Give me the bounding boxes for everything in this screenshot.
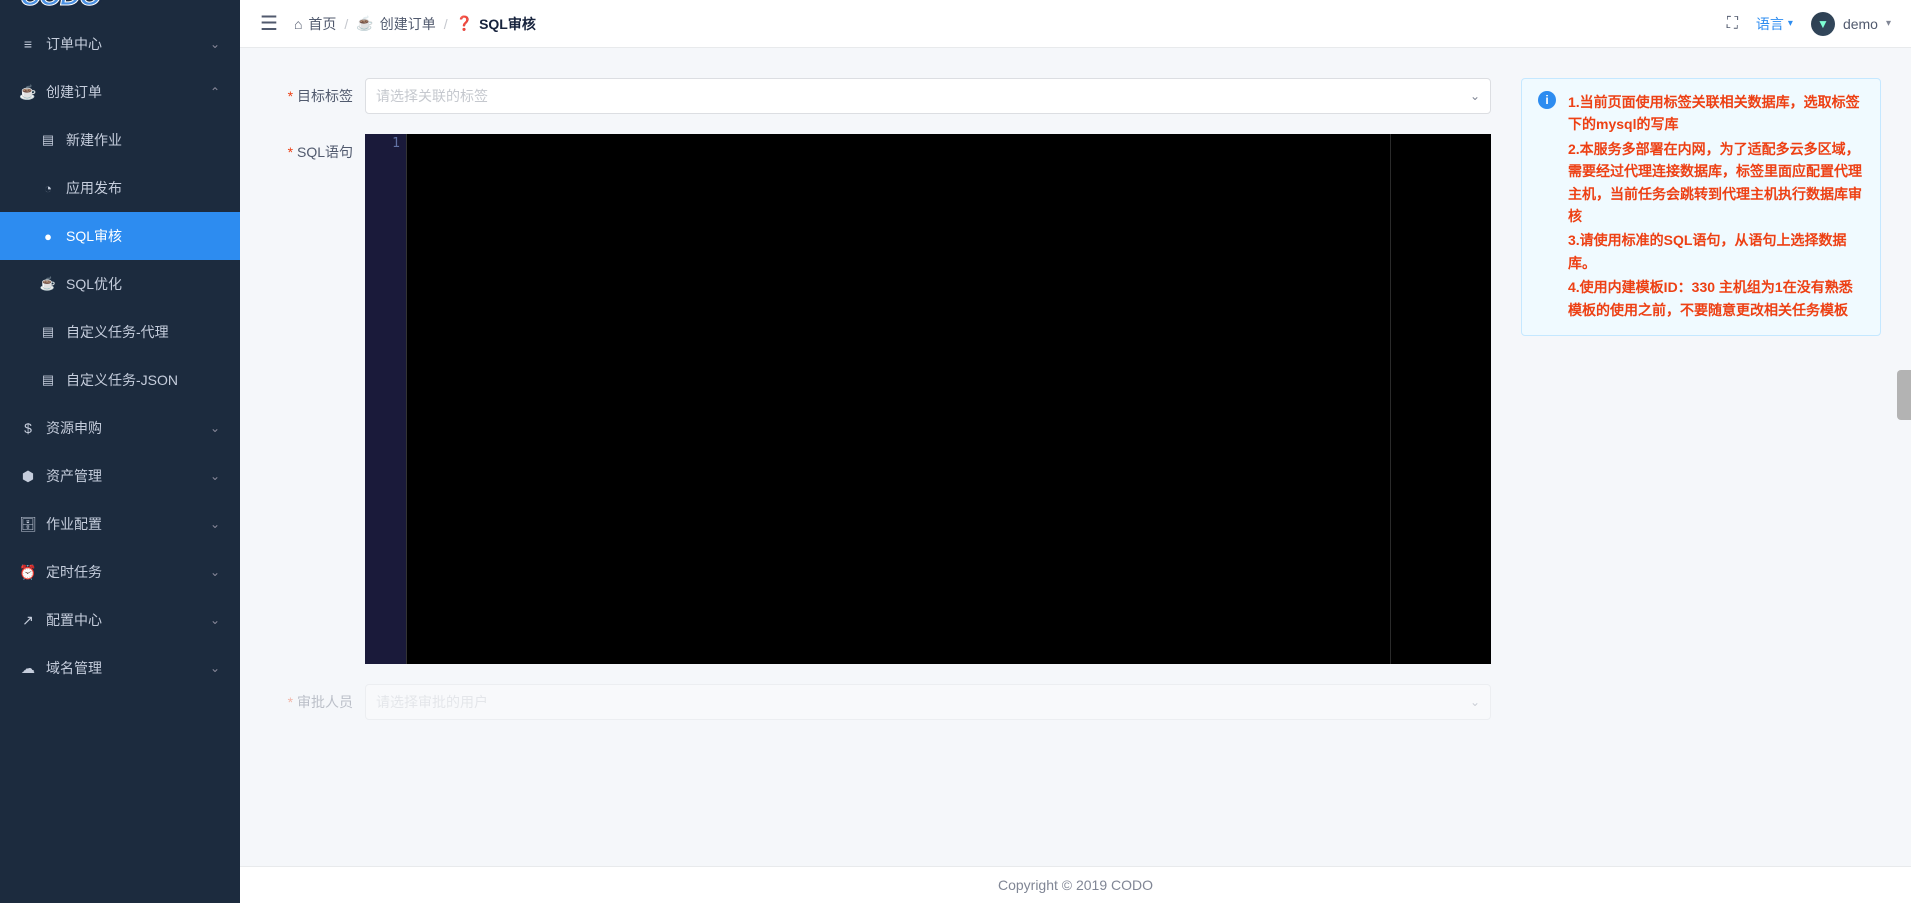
- header: ☰ ⌂ 首页 / ☕ 创建订单 / ❓ SQL审核: [240, 0, 1911, 48]
- editor-ruler: [1390, 134, 1391, 664]
- sidebar-item-custom-agent[interactable]: ▤ 自定义任务-代理: [0, 308, 240, 356]
- sidebar-item-label: 创建订单: [46, 82, 102, 102]
- cloud-icon: ☁: [20, 660, 36, 677]
- home-icon: ⌂: [294, 16, 302, 32]
- alert-line: 3.请使用标准的SQL语句，从语句上选择数据库。: [1568, 229, 1864, 274]
- sidebar-item-label: 配置中心: [46, 610, 102, 630]
- sidebar-item-config-center[interactable]: ↗ 配置中心 ⌄: [0, 596, 240, 644]
- target-tag-label: 目标标签: [270, 78, 365, 106]
- chevron-down-icon: ⌄: [210, 469, 220, 483]
- sidebar-item-label: 自定义任务-代理: [66, 322, 169, 342]
- avatar: ▼: [1811, 12, 1835, 36]
- alert-line: 4.使用内建模板ID：330 主机组为1在没有熟悉模板的使用之前，不要随意更改相…: [1568, 276, 1864, 321]
- sidebar-item-label: 订单中心: [46, 34, 102, 54]
- breadcrumb-home[interactable]: ⌂ 首页: [294, 14, 336, 34]
- cup-icon: ☕: [20, 84, 36, 101]
- chevron-down-icon: ⌄: [210, 613, 220, 627]
- breadcrumb-label: 创建订单: [380, 14, 436, 34]
- select-placeholder: 请选择审批的用户: [376, 692, 488, 712]
- sidebar-item-orders[interactable]: ≡ 订单中心 ⌄: [0, 20, 240, 68]
- editor-body[interactable]: [407, 134, 1491, 664]
- breadcrumb: ⌂ 首页 / ☕ 创建订单 / ❓ SQL审核: [294, 14, 536, 34]
- sidebar-item-app-publish[interactable]: ◔ 应用发布: [0, 164, 240, 212]
- info-icon: i: [1538, 91, 1556, 109]
- info-alert: i 1.当前页面使用标签关联相关数据库，选取标签下的mysql的写库 2.本服务…: [1521, 78, 1881, 336]
- breadcrumb-create-order[interactable]: ☕ 创建订单: [356, 14, 435, 34]
- chevron-down-icon: ⌄: [210, 565, 220, 579]
- sidebar-item-label: 定时任务: [46, 562, 102, 582]
- cup-icon: ☕: [356, 15, 373, 32]
- sidebar-item-label: 域名管理: [46, 658, 102, 678]
- deploy-icon: ◔: [40, 181, 56, 196]
- user-menu[interactable]: ▼ demo ▾: [1811, 12, 1891, 36]
- sidebar-item-label: 资源申购: [46, 418, 102, 438]
- sql-label: SQL语句: [270, 134, 365, 162]
- sidebar: CODO ≡订单中心 ⌄ ☕创建订单 ⌃ ▤新建作业 ◔应用发布 ●SQL审核 …: [0, 0, 240, 903]
- drawer-handle[interactable]: [1897, 370, 1911, 420]
- sidebar-item-sql-optimize[interactable]: ☕ SQL优化: [0, 260, 240, 308]
- username: demo: [1843, 16, 1878, 32]
- menu-toggle-icon[interactable]: ☰: [260, 11, 278, 36]
- footer: Copyright © 2019 CODO: [240, 866, 1911, 903]
- arrow-icon: ↗: [20, 612, 36, 629]
- dot-icon: ●: [40, 229, 56, 244]
- chevron-up-icon: ⌃: [210, 85, 220, 99]
- sidebar-item-create-order[interactable]: ☕ 创建订单 ⌃: [0, 68, 240, 116]
- chevron-down-icon: ⌄: [1470, 89, 1480, 103]
- sidebar-item-domain[interactable]: ☁ 域名管理 ⌄: [0, 644, 240, 692]
- fullscreen-icon[interactable]: ⛶: [1727, 15, 1738, 33]
- cup-icon: ☕: [40, 276, 56, 292]
- chevron-down-icon: ⌄: [210, 661, 220, 675]
- clipboard-icon: ▤: [40, 324, 56, 340]
- language-label: 语言: [1756, 14, 1784, 34]
- select-placeholder: 请选择关联的标签: [376, 86, 488, 106]
- sidebar-item-job-config[interactable]: 🗄 作业配置 ⌄: [0, 500, 240, 548]
- dollar-icon: $: [20, 420, 36, 436]
- sidebar-item-new-job[interactable]: ▤ 新建作业: [0, 116, 240, 164]
- sidebar-item-sql-audit[interactable]: ● SQL审核: [0, 212, 240, 260]
- chevron-down-icon: ⌄: [210, 517, 220, 531]
- list-icon: ≡: [20, 36, 36, 52]
- chevron-down-icon: ▾: [1788, 18, 1793, 29]
- question-icon: ❓: [456, 15, 473, 32]
- chevron-down-icon: ⌄: [1470, 695, 1480, 709]
- sidebar-item-resource[interactable]: $ 资源申购 ⌄: [0, 404, 240, 452]
- approver-select[interactable]: 请选择审批的用户 ⌄: [365, 684, 1491, 720]
- breadcrumb-label: SQL审核: [479, 14, 536, 34]
- sidebar-item-assets[interactable]: ⬢ 资产管理 ⌄: [0, 452, 240, 500]
- drawer-icon: 🗄: [20, 516, 36, 533]
- clock-icon: ⏰: [20, 564, 36, 581]
- chevron-down-icon: ▾: [1886, 18, 1891, 29]
- sidebar-item-label: SQL审核: [66, 226, 122, 246]
- sidebar-item-label: 资产管理: [46, 466, 102, 486]
- clipboard-icon: ▤: [40, 132, 56, 148]
- alert-line: 2.本服务多部署在内网，为了适配多云多区域，需要经过代理连接数据库，标签里面应配…: [1568, 138, 1864, 228]
- breadcrumb-label: 首页: [308, 14, 336, 34]
- chevron-down-icon: ⌄: [210, 37, 220, 51]
- chevron-down-icon: ⌄: [210, 421, 220, 435]
- approver-label: 审批人员: [270, 684, 365, 712]
- target-tag-select[interactable]: 请选择关联的标签 ⌄: [365, 78, 1491, 114]
- sidebar-item-custom-json[interactable]: ▤ 自定义任务-JSON: [0, 356, 240, 404]
- alert-line: 1.当前页面使用标签关联相关数据库，选取标签下的mysql的写库: [1568, 91, 1864, 136]
- sidebar-item-label: 应用发布: [66, 178, 122, 198]
- sidebar-item-label: 新建作业: [66, 130, 122, 150]
- line-number: 1: [365, 136, 400, 151]
- language-dropdown[interactable]: 语言 ▾: [1756, 14, 1793, 34]
- clipboard-icon: ▤: [40, 372, 56, 388]
- sidebar-item-cron[interactable]: ⏰ 定时任务 ⌄: [0, 548, 240, 596]
- sidebar-item-label: 自定义任务-JSON: [66, 370, 178, 390]
- breadcrumb-current: ❓ SQL审核: [456, 14, 536, 34]
- sidebar-item-label: SQL优化: [66, 274, 122, 294]
- sidebar-item-label: 作业配置: [46, 514, 102, 534]
- logo: CODO: [0, 0, 240, 20]
- sql-editor[interactable]: 1: [365, 134, 1491, 664]
- editor-gutter: 1: [365, 134, 407, 664]
- cube-icon: ⬢: [20, 468, 36, 485]
